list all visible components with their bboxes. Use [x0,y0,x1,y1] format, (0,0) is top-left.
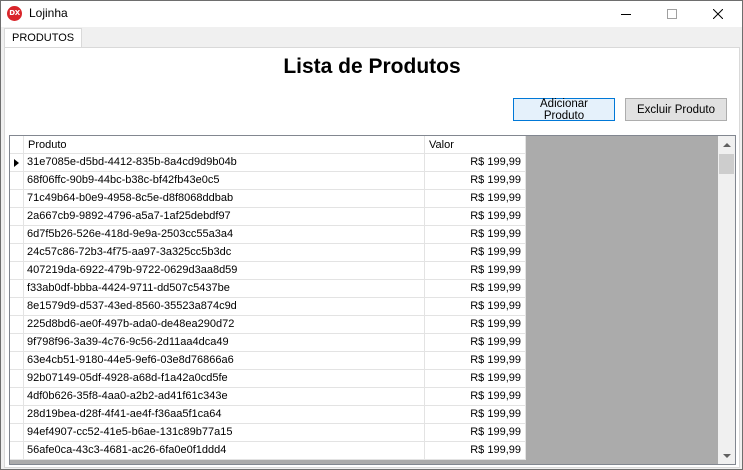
app-logo-icon: DX [7,6,22,21]
cell-valor[interactable]: R$ 199,99 [425,280,526,298]
grid-corner-header[interactable] [10,136,24,154]
table-row[interactable]: 6d7f5b26-526e-418d-9e9a-2503cc55a3a4 R$ 1… [10,226,526,244]
table-row[interactable]: 92b07149-05df-4928-a68d-f1a42a0cd5fe R$ 1… [10,370,526,388]
cell-produto[interactable]: 2a667cb9-9892-4796-a5a7-1af25debdf97 [24,208,425,226]
maximize-icon [667,9,677,19]
cell-valor[interactable]: R$ 199,99 [425,226,526,244]
cell-valor[interactable]: R$ 199,99 [425,370,526,388]
cell-valor[interactable]: R$ 199,99 [425,172,526,190]
cell-valor[interactable]: R$ 199,99 [425,244,526,262]
column-header-valor[interactable]: Valor [425,136,526,154]
row-header[interactable] [10,190,24,208]
close-button[interactable] [695,1,741,27]
add-product-button[interactable]: Adicionar Produto [513,98,615,122]
cell-produto[interactable]: 407219da-6922-479b-9722-0629d3aa8d59 [24,262,425,280]
cell-produto[interactable]: 28d19bea-d28f-4f41-ae4f-f36aa5f1ca64 [24,406,425,424]
cell-produto[interactable]: 9f798f96-3a39-4c76-9c56-2d11aa4dca49 [24,334,425,352]
scroll-up-button[interactable] [718,136,735,153]
tab-strip: PRODUTOS [1,27,742,48]
table-row[interactable]: 9f798f96-3a39-4c76-9c56-2d11aa4dca49 R$ 1… [10,334,526,352]
delete-product-button[interactable]: Excluir Produto [625,98,727,121]
row-header[interactable] [10,406,24,424]
scroll-up-arrow-icon [722,142,731,147]
table-row[interactable]: 2a667cb9-9892-4796-a5a7-1af25debdf97 R$ 1… [10,208,526,226]
cell-valor[interactable]: R$ 199,99 [425,388,526,406]
window-title: Lojinha [29,6,68,20]
scrollbar-thumb[interactable] [719,154,734,174]
grid-viewport: Produto Valor 31e7085e-d5bd-4412-835b-8a… [10,136,718,464]
scroll-down-button[interactable] [718,447,735,464]
column-header-produto[interactable]: Produto [24,136,425,154]
cell-produto[interactable]: 71c49b64-b0e9-4958-8c5e-d8f8068ddbab [24,190,425,208]
row-header[interactable] [10,370,24,388]
cell-produto[interactable]: 4df0b626-35f8-4aa0-a2b2-ad41f61c343e [24,388,425,406]
cell-valor[interactable]: R$ 199,99 [425,154,526,172]
row-header[interactable] [10,280,24,298]
table-row[interactable]: 56afe0ca-43c3-4681-ac26-6fa0e0f1ddd4 R$ 1… [10,442,526,460]
title-bar: DX Lojinha [1,1,742,27]
minimize-button[interactable] [603,1,649,27]
table-row[interactable]: 407219da-6922-479b-9722-0629d3aa8d59 R$ 1… [10,262,526,280]
current-row-pointer-icon [14,159,19,167]
cell-produto[interactable]: 8e1579d9-d537-43ed-8560-35523a874c9d [24,298,425,316]
table-row[interactable]: 63e4cb51-9180-44e5-9ef6-03e8d76866a6 R$ 1… [10,352,526,370]
row-header[interactable] [10,388,24,406]
table-row[interactable]: 8e1579d9-d537-43ed-8560-35523a874c9d R$ 1… [10,298,526,316]
table-row[interactable]: 4df0b626-35f8-4aa0-a2b2-ad41f61c343e R$ 1… [10,388,526,406]
table-row[interactable]: 28d19bea-d28f-4f41-ae4f-f36aa5f1ca64 R$ 1… [10,406,526,424]
cell-valor[interactable]: R$ 199,99 [425,406,526,424]
cell-produto[interactable]: 225d8bd6-ae0f-497b-ada0-de48ea290d72 [24,316,425,334]
row-header[interactable] [10,352,24,370]
row-header[interactable] [10,226,24,244]
cell-produto[interactable]: f33ab0df-bbba-4424-9711-dd507c5437be [24,280,425,298]
maximize-button[interactable] [649,1,695,27]
cell-produto[interactable]: 92b07149-05df-4928-a68d-f1a42a0cd5fe [24,370,425,388]
cell-produto[interactable]: 24c57c86-72b3-4f75-aa97-3a325cc5b3dc [24,244,425,262]
tab-page-produtos: Lista de Produtos Adicionar Produto Excl… [4,47,740,468]
scroll-down-arrow-icon [722,453,731,458]
table-row[interactable]: 94ef4907-cc52-41e5-b6ae-131c89b77a15 R$ 1… [10,424,526,442]
row-header[interactable] [10,334,24,352]
products-grid[interactable]: Produto Valor 31e7085e-d5bd-4412-835b-8a… [9,135,736,465]
close-icon [713,9,723,19]
cell-produto[interactable]: 63e4cb51-9180-44e5-9ef6-03e8d76866a6 [24,352,425,370]
cell-produto[interactable]: 31e7085e-d5bd-4412-835b-8a4cd9d9b04b [24,154,425,172]
row-header[interactable] [10,154,24,172]
cell-valor[interactable]: R$ 199,99 [425,208,526,226]
row-header[interactable] [10,442,24,460]
cell-valor[interactable]: R$ 199,99 [425,190,526,208]
row-header[interactable] [10,262,24,280]
cell-valor[interactable]: R$ 199,99 [425,262,526,280]
cell-valor[interactable]: R$ 199,99 [425,442,526,460]
app-window: DX Lojinha PRODUTOS Lista de Produtos Ad… [0,0,743,470]
cell-valor[interactable]: R$ 199,99 [425,352,526,370]
page-title: Lista de Produtos [283,55,461,78]
row-header[interactable] [10,316,24,334]
minimize-icon [621,14,631,15]
row-header[interactable] [10,424,24,442]
table-row[interactable]: 68f06ffc-90b9-44bc-b38c-bf42fb43e0c5 R$ 1… [10,172,526,190]
tab-produtos[interactable]: PRODUTOS [4,28,83,48]
vertical-scrollbar[interactable] [718,136,735,464]
row-header[interactable] [10,172,24,190]
row-header[interactable] [10,208,24,226]
cell-produto[interactable]: 68f06ffc-90b9-44bc-b38c-bf42fb43e0c5 [24,172,425,190]
cell-valor[interactable]: R$ 199,99 [425,298,526,316]
row-header[interactable] [10,244,24,262]
cell-produto[interactable]: 94ef4907-cc52-41e5-b6ae-131c89b77a15 [24,424,425,442]
cell-valor[interactable]: R$ 199,99 [425,334,526,352]
table-row[interactable]: 225d8bd6-ae0f-497b-ada0-de48ea290d72 R$ 1… [10,316,526,334]
table-row[interactable]: 24c57c86-72b3-4f75-aa97-3a325cc5b3dc R$ 1… [10,244,526,262]
grid-rows: 31e7085e-d5bd-4412-835b-8a4cd9d9b04b R$ 1… [10,154,526,460]
cell-valor[interactable]: R$ 199,99 [425,316,526,334]
table-row[interactable]: f33ab0df-bbba-4424-9711-dd507c5437be R$ 1… [10,280,526,298]
table-row[interactable]: 31e7085e-d5bd-4412-835b-8a4cd9d9b04b R$ 1… [10,154,526,172]
cell-produto[interactable]: 56afe0ca-43c3-4681-ac26-6fa0e0f1ddd4 [24,442,425,460]
cell-produto[interactable]: 6d7f5b26-526e-418d-9e9a-2503cc55a3a4 [24,226,425,244]
cell-valor[interactable]: R$ 199,99 [425,424,526,442]
row-header[interactable] [10,298,24,316]
table-row[interactable]: 71c49b64-b0e9-4958-8c5e-d8f8068ddbab R$ 1… [10,190,526,208]
